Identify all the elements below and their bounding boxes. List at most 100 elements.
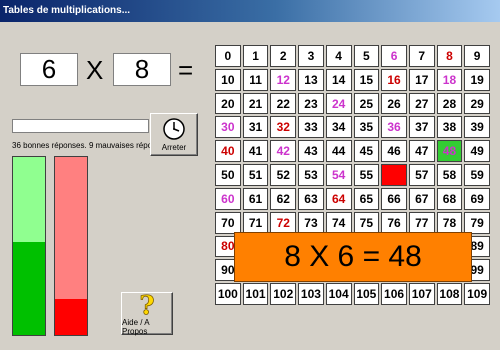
- number-cell[interactable]: 23: [298, 92, 324, 115]
- number-cell[interactable]: 45: [353, 140, 380, 163]
- number-cell[interactable]: 28: [436, 92, 463, 115]
- stop-button-label: Arreter: [161, 143, 187, 152]
- number-cell[interactable]: 57: [408, 164, 435, 186]
- number-cell[interactable]: 7: [408, 45, 435, 67]
- number-cell[interactable]: 60: [215, 187, 241, 210]
- number-cell[interactable]: 62: [270, 187, 297, 210]
- number-cell[interactable]: 50: [215, 164, 241, 186]
- number-cell[interactable]: 52: [270, 164, 297, 186]
- number-cell[interactable]: 105: [353, 283, 380, 305]
- number-cell[interactable]: 102: [270, 283, 297, 305]
- number-cell[interactable]: 68: [436, 187, 463, 210]
- number-cell[interactable]: 76: [381, 211, 407, 234]
- number-cell[interactable]: 41: [242, 140, 269, 163]
- number-cell[interactable]: 10: [215, 68, 241, 91]
- number-cell[interactable]: 47: [408, 140, 435, 163]
- number-cell[interactable]: 18: [436, 68, 463, 91]
- number-cell[interactable]: 12: [270, 68, 297, 91]
- number-cell[interactable]: 6: [381, 45, 407, 67]
- number-cell[interactable]: 22: [270, 92, 297, 115]
- number-cell[interactable]: 36: [381, 116, 407, 139]
- number-cell[interactable]: 103: [298, 283, 324, 305]
- number-cell[interactable]: 44: [325, 140, 352, 163]
- number-cell[interactable]: 35: [353, 116, 380, 139]
- number-cell[interactable]: 107: [408, 283, 435, 305]
- number-cell[interactable]: 71: [242, 211, 269, 234]
- number-cell[interactable]: 104: [325, 283, 352, 305]
- number-cell[interactable]: 38: [436, 116, 463, 139]
- number-cell[interactable]: 72: [270, 211, 297, 234]
- number-cell[interactable]: 21: [242, 92, 269, 115]
- number-cell[interactable]: 49: [464, 140, 490, 163]
- number-cell[interactable]: 46: [381, 140, 407, 163]
- number-cell[interactable]: 27: [408, 92, 435, 115]
- number-cell[interactable]: 4: [325, 45, 352, 67]
- equals-sign: =: [178, 55, 194, 85]
- number-cell[interactable]: 74: [325, 211, 352, 234]
- number-cell[interactable]: 63: [298, 187, 324, 210]
- number-cell[interactable]: 64: [325, 187, 352, 210]
- progress-bar: [12, 119, 149, 133]
- number-cell[interactable]: 79: [464, 211, 490, 234]
- number-cell[interactable]: 40: [215, 140, 241, 163]
- number-cell[interactable]: 0: [215, 45, 241, 67]
- number-cell[interactable]: 75: [353, 211, 380, 234]
- number-cell[interactable]: 30: [215, 116, 241, 139]
- multiply-sign: X: [86, 55, 104, 85]
- number-cell[interactable]: 108: [436, 283, 463, 305]
- number-cell[interactable]: 54: [325, 164, 352, 186]
- number-cell[interactable]: 59: [464, 164, 490, 186]
- number-cell[interactable]: 55: [353, 164, 380, 186]
- number-cell[interactable]: 32: [270, 116, 297, 139]
- number-cell[interactable]: 25: [353, 92, 380, 115]
- number-cell[interactable]: 17: [408, 68, 435, 91]
- help-about-button[interactable]: ? Aide / A Propos: [121, 290, 173, 336]
- number-cell[interactable]: 14: [325, 68, 352, 91]
- number-cell[interactable]: 67: [408, 187, 435, 210]
- stop-button[interactable]: Arreter: [150, 113, 198, 156]
- result-display: 8 X 6 = 48: [234, 232, 472, 282]
- number-cell[interactable]: 15: [353, 68, 380, 91]
- number-cell[interactable]: 26: [381, 92, 407, 115]
- number-cell[interactable]: 33: [298, 116, 324, 139]
- number-cell[interactable]: 78: [436, 211, 463, 234]
- number-cell[interactable]: 61: [242, 187, 269, 210]
- number-cell[interactable]: 70: [215, 211, 241, 234]
- number-cell[interactable]: 13: [298, 68, 324, 91]
- number-cell[interactable]: 100: [215, 283, 241, 305]
- number-cell[interactable]: 53: [298, 164, 324, 186]
- number-cell[interactable]: 2: [270, 45, 297, 67]
- number-cell[interactable]: 39: [464, 116, 490, 139]
- number-cell[interactable]: 1: [242, 45, 269, 67]
- number-cell[interactable]: 3: [298, 45, 324, 67]
- number-cell[interactable]: 65: [353, 187, 380, 210]
- number-cell[interactable]: 24: [325, 92, 352, 115]
- number-cell[interactable]: 58: [436, 164, 463, 186]
- number-cell[interactable]: 9: [464, 45, 490, 67]
- number-cell[interactable]: 5: [353, 45, 380, 67]
- number-cell[interactable]: 31: [242, 116, 269, 139]
- number-cell[interactable]: 73: [298, 211, 324, 234]
- number-cell[interactable]: 77: [408, 211, 435, 234]
- number-cell[interactable]: 109: [464, 283, 490, 305]
- number-cell[interactable]: 66: [381, 187, 407, 210]
- number-cell[interactable]: 42: [270, 140, 297, 163]
- number-cell[interactable]: 43: [298, 140, 324, 163]
- number-cell[interactable]: 51: [242, 164, 269, 186]
- clock-icon: [162, 117, 186, 141]
- number-cell[interactable]: 101: [242, 283, 269, 305]
- number-cell[interactable]: 20: [215, 92, 241, 115]
- number-cell[interactable]: 34: [325, 116, 352, 139]
- number-cell[interactable]: 37: [408, 116, 435, 139]
- number-cell[interactable]: 19: [464, 68, 490, 91]
- number-cell[interactable]: 69: [464, 187, 490, 210]
- number-cell[interactable]: [381, 164, 407, 186]
- bad-answers-fill: [55, 299, 87, 335]
- number-cell[interactable]: 29: [464, 92, 490, 115]
- number-cell[interactable]: 8: [436, 45, 463, 67]
- number-cell[interactable]: 16: [381, 68, 407, 91]
- score-text: 36 bonnes réponses. 9 mauvaises réponses…: [12, 141, 172, 150]
- number-cell[interactable]: 11: [242, 68, 269, 91]
- number-cell[interactable]: 106: [381, 283, 407, 305]
- number-cell[interactable]: 48: [436, 140, 463, 163]
